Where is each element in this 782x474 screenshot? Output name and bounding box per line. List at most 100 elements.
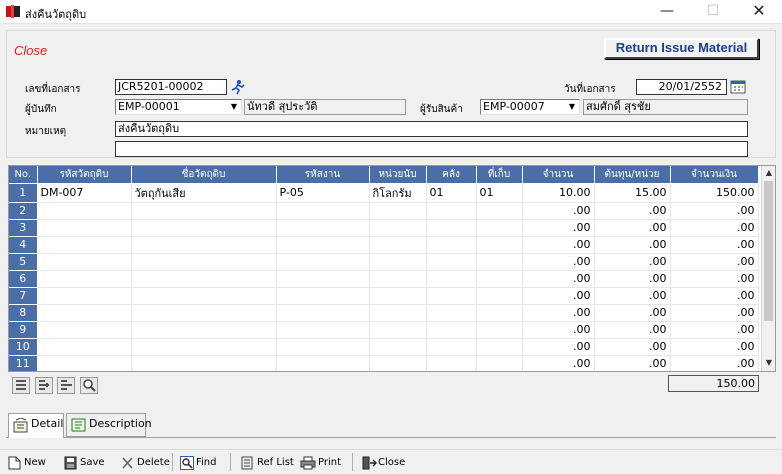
row-number[interactable]: 1 [9, 183, 38, 203]
unit-cost-cell[interactable]: .00 [594, 287, 671, 305]
recorder-combo[interactable]: EMP-00001 ▼ [115, 99, 242, 115]
location-cell[interactable] [476, 236, 523, 254]
find-button[interactable]: Find [180, 454, 217, 472]
return-issue-material-button[interactable]: Return Issue Material [604, 38, 759, 59]
new-button[interactable]: New [8, 454, 46, 472]
row-number[interactable]: 8 [9, 304, 38, 322]
remove-row-icon[interactable] [57, 377, 75, 394]
tab-description[interactable]: Description [66, 413, 152, 437]
remark-field-1[interactable]: ส่งคืนวัตถุดิบ [115, 121, 748, 137]
save-button[interactable]: Save [64, 454, 105, 472]
material-code-cell[interactable] [37, 202, 132, 220]
row-number[interactable]: 2 [9, 202, 38, 220]
material-code-cell[interactable] [37, 304, 132, 322]
close-button[interactable]: Close [362, 454, 405, 472]
amount-cell[interactable]: .00 [670, 219, 759, 237]
material-name-cell[interactable] [131, 355, 277, 371]
column-header[interactable]: ต้นทุน/หน่วย [594, 166, 671, 184]
unit-cost-cell[interactable]: .00 [594, 338, 671, 356]
job-code-cell[interactable] [276, 202, 370, 220]
material-name-cell[interactable] [131, 270, 277, 288]
warehouse-cell[interactable] [426, 287, 477, 305]
column-header[interactable]: ที่เก็บ [476, 166, 523, 184]
row-number[interactable]: 3 [9, 219, 38, 237]
quantity-cell[interactable]: .00 [522, 270, 595, 288]
quantity-cell[interactable]: .00 [522, 287, 595, 305]
doc-date-field[interactable]: 20/01/2552 [636, 79, 727, 95]
amount-cell[interactable]: .00 [670, 304, 759, 322]
job-code-cell[interactable] [276, 219, 370, 237]
location-cell[interactable]: 01 [476, 183, 523, 203]
table-row[interactable]: 11.00.00.00 [9, 355, 759, 371]
doc-no-field[interactable]: JCR5201-00002 [115, 79, 227, 95]
table-row[interactable]: 3.00.00.00 [9, 219, 759, 237]
unit-cost-cell[interactable]: 15.00 [594, 183, 671, 203]
warehouse-cell[interactable] [426, 253, 477, 271]
job-code-cell[interactable] [276, 270, 370, 288]
row-number[interactable]: 9 [9, 321, 38, 339]
location-cell[interactable] [476, 355, 523, 371]
job-code-cell[interactable] [276, 304, 370, 322]
location-cell[interactable] [476, 270, 523, 288]
quantity-cell[interactable]: .00 [522, 202, 595, 220]
material-name-cell[interactable] [131, 338, 277, 356]
column-header[interactable]: No. [9, 166, 38, 184]
row-number[interactable]: 4 [9, 236, 38, 254]
unit-cost-cell[interactable]: .00 [594, 321, 671, 339]
location-cell[interactable] [476, 338, 523, 356]
unit-cell[interactable] [369, 321, 427, 339]
job-code-cell[interactable] [276, 253, 370, 271]
material-name-cell[interactable] [131, 202, 277, 220]
chevron-down-icon[interactable]: ▼ [227, 100, 241, 114]
job-code-cell[interactable] [276, 236, 370, 254]
unit-cell[interactable] [369, 202, 427, 220]
unit-cell[interactable] [369, 287, 427, 305]
location-cell[interactable] [476, 202, 523, 220]
unit-cell[interactable] [369, 304, 427, 322]
unit-cost-cell[interactable]: .00 [594, 253, 671, 271]
column-header[interactable]: ชื่อวัตถุดิบ [131, 166, 277, 184]
job-code-cell[interactable]: P-05 [276, 183, 370, 203]
warehouse-cell[interactable] [426, 321, 477, 339]
amount-cell[interactable]: .00 [670, 338, 759, 356]
material-code-cell[interactable]: DM-007 [37, 183, 132, 203]
unit-cell[interactable] [369, 355, 427, 371]
row-number[interactable]: 7 [9, 287, 38, 305]
column-header[interactable]: รหัสงาน [276, 166, 370, 184]
column-header[interactable]: หน่วยนับ [369, 166, 427, 184]
maximize-button[interactable]: ☐ [690, 0, 736, 24]
table-row[interactable]: 1 DM-007 วัตถุกันเสีย P-05 กิโลกรัม 01 01 10.00… [9, 183, 759, 203]
table-row[interactable]: 9.00.00.00 [9, 321, 759, 339]
row-number[interactable]: 11 [9, 355, 38, 371]
tab-detail[interactable]: Detail [8, 413, 64, 438]
material-name-cell[interactable] [131, 253, 277, 271]
scroll-thumb[interactable] [764, 181, 773, 321]
material-code-cell[interactable] [37, 219, 132, 237]
warehouse-cell[interactable] [426, 355, 477, 371]
material-name-cell[interactable] [131, 219, 277, 237]
job-code-cell[interactable] [276, 321, 370, 339]
job-code-cell[interactable] [276, 287, 370, 305]
quantity-cell[interactable]: .00 [522, 253, 595, 271]
unit-cost-cell[interactable]: .00 [594, 219, 671, 237]
scroll-down-icon[interactable]: ▼ [762, 356, 775, 370]
row-number[interactable]: 10 [9, 338, 38, 356]
quantity-cell[interactable]: .00 [522, 219, 595, 237]
table-row[interactable]: 8.00.00.00 [9, 304, 759, 322]
table-row[interactable]: 4.00.00.00 [9, 236, 759, 254]
quantity-cell[interactable]: .00 [522, 321, 595, 339]
amount-cell[interactable]: .00 [670, 236, 759, 254]
minimize-button[interactable]: — [644, 0, 690, 24]
unit-cell[interactable] [369, 270, 427, 288]
chevron-down-icon[interactable]: ▼ [565, 100, 579, 114]
amount-cell[interactable]: .00 [670, 202, 759, 220]
location-cell[interactable] [476, 304, 523, 322]
print-button[interactable]: Print [300, 454, 341, 472]
quantity-cell[interactable]: .00 [522, 304, 595, 322]
material-code-cell[interactable] [37, 253, 132, 271]
delete-button[interactable]: Delete [121, 454, 170, 472]
ref-list-button[interactable]: Ref List [241, 454, 294, 472]
amount-cell[interactable]: .00 [670, 287, 759, 305]
amount-cell[interactable]: .00 [670, 355, 759, 371]
close-link[interactable]: Close [14, 43, 47, 58]
